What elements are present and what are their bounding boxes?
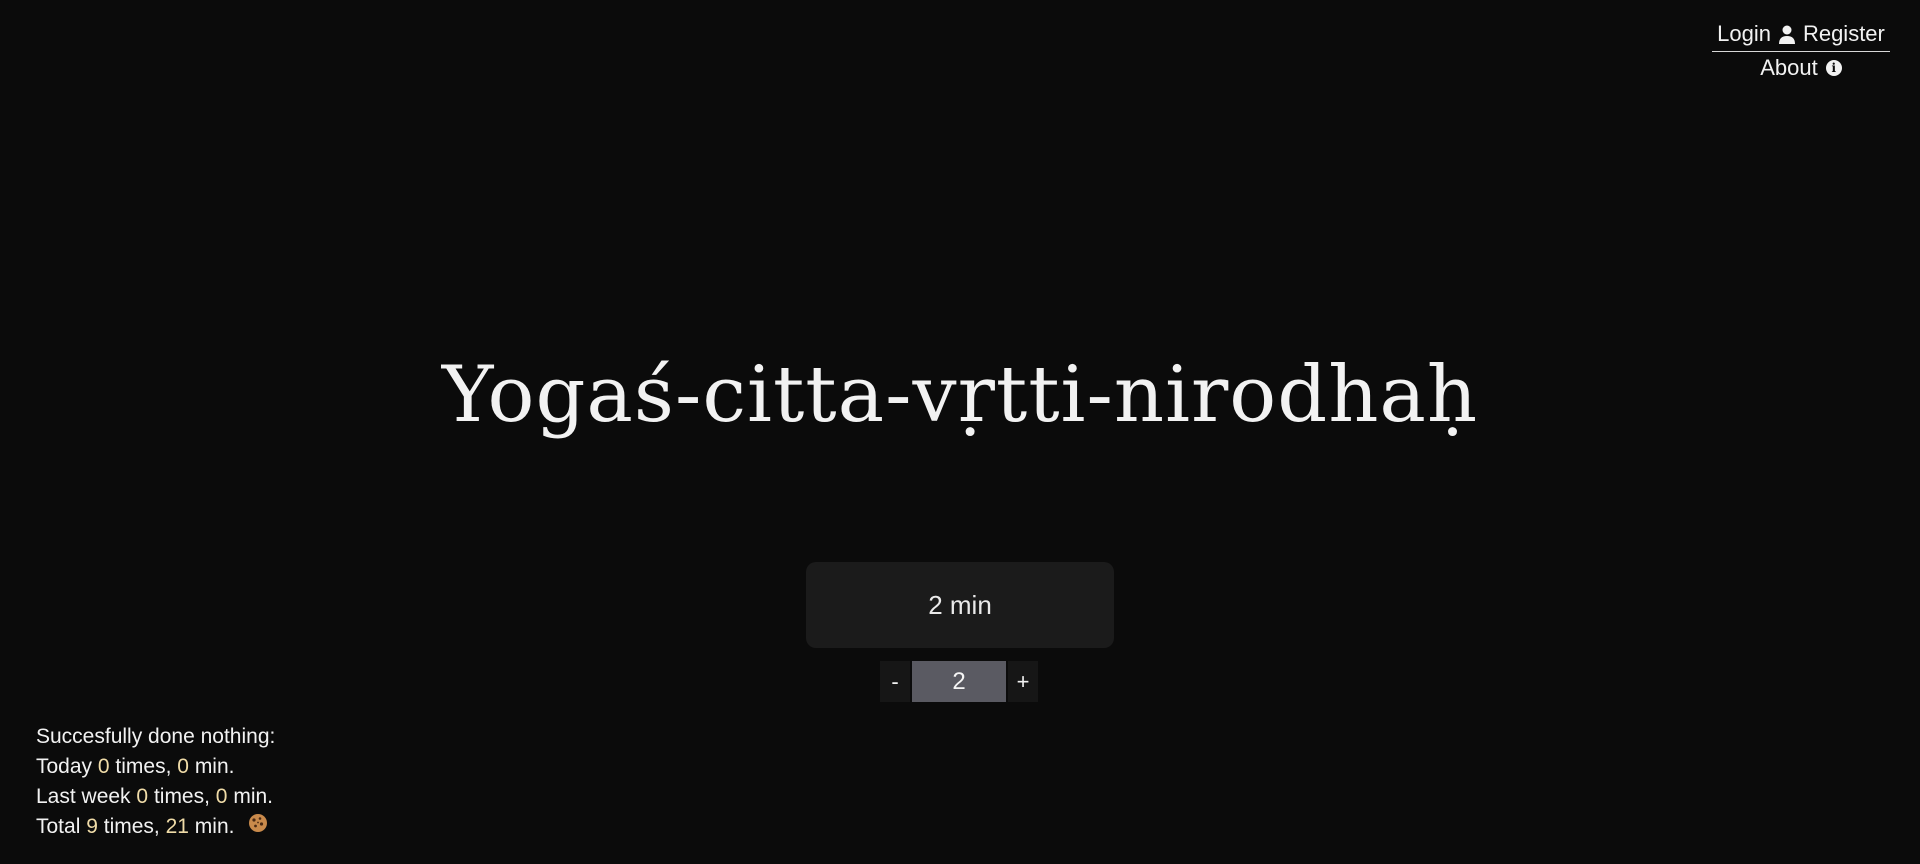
stats-today-label: Today <box>36 755 93 778</box>
stats-today-row: Today 0 times, 0 min. <box>36 752 275 782</box>
start-timer-button[interactable]: 2 min <box>806 562 1114 648</box>
stats-minutes-suffix: min. <box>194 815 235 838</box>
stats-times-suffix: times, <box>153 785 210 808</box>
stats-times-suffix: times, <box>115 755 172 778</box>
info-icon[interactable]: i <box>1825 60 1842 76</box>
stats-heading: Succesfully done nothing: <box>36 725 276 748</box>
increment-button[interactable]: + <box>1008 661 1038 702</box>
stats-panel: Succesfully done nothing: Today 0 times,… <box>36 722 275 842</box>
stats-today-times: 0 <box>97 755 110 778</box>
page: Login Register About i Yogaś-citta-vṛtti… <box>0 0 1920 864</box>
stats-total-times: 9 <box>86 815 98 838</box>
login-link[interactable]: Login <box>1717 20 1771 48</box>
cookie-icon[interactable] <box>248 812 268 842</box>
stats-today-minutes: 0 <box>177 755 189 778</box>
top-nav: Login Register About i <box>1712 20 1890 82</box>
duration-value[interactable]: 2 <box>912 661 1006 702</box>
duration-stepper: - 2 + <box>880 661 1038 702</box>
stats-total-minutes: 21 <box>165 815 189 838</box>
stats-times-suffix: times, <box>103 815 160 838</box>
stats-last-week-row: Last week 0 times, 0 min. <box>36 782 275 812</box>
about-link-row[interactable]: About i <box>1712 54 1890 82</box>
page-title: Yogaś-citta-vṛtti-nirodhaḥ <box>441 350 1479 440</box>
stats-last-week-label: Last week <box>36 785 131 808</box>
register-link[interactable]: Register <box>1803 20 1885 48</box>
stats-total-label: Total <box>36 815 81 838</box>
user-icon <box>1778 24 1795 44</box>
auth-links: Login Register <box>1712 20 1890 52</box>
stats-minutes-suffix: min. <box>194 755 235 778</box>
stats-total-row: Total 9 times, 21 min. <box>36 812 275 842</box>
timer-display: 2 min <box>928 589 992 620</box>
stats-last-week-times: 0 <box>136 785 149 808</box>
about-link[interactable]: About <box>1760 54 1818 82</box>
stats-last-week-minutes: 0 <box>215 785 228 808</box>
stats-minutes-suffix: min. <box>233 785 274 808</box>
decrement-button[interactable]: - <box>880 661 910 702</box>
